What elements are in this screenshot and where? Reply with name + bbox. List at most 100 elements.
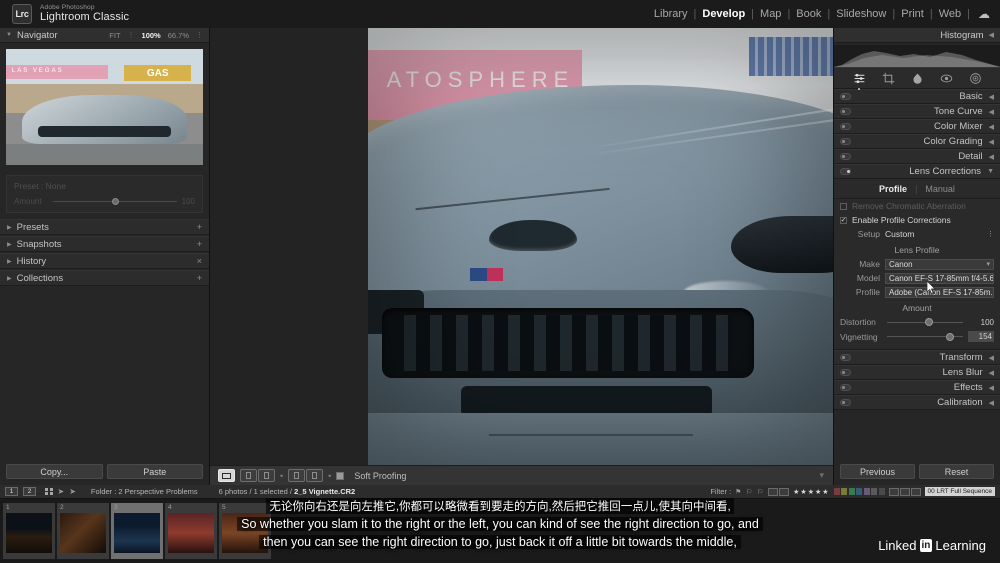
zoom-fit[interactable]: FIT: [109, 31, 120, 40]
module-print[interactable]: Print: [895, 8, 930, 20]
module-library[interactable]: Library: [648, 8, 694, 20]
profile-dropdown[interactable]: Adobe (Canon EF-S 17-85m... ▾: [885, 286, 994, 298]
expand-arrow-icon[interactable]: ◀: [989, 354, 994, 362]
effects-toggle-switch[interactable]: [840, 384, 851, 391]
filmstrip-thumb-2[interactable]: 2: [57, 503, 109, 559]
cloud-sync-icon[interactable]: ☁: [978, 7, 990, 21]
filmstrip-view-modes[interactable]: [888, 487, 921, 496]
heal-icon[interactable]: [911, 72, 924, 85]
enable-profile-corrections-row[interactable]: ✓ Enable Profile Corrections: [834, 213, 1000, 227]
paste-button[interactable]: Paste: [106, 464, 203, 479]
copy-after-button[interactable]: [306, 469, 324, 482]
make-dropdown[interactable]: Canon ▾: [885, 258, 994, 270]
detail-toggle-switch[interactable]: [840, 153, 851, 160]
module-web[interactable]: Web: [933, 8, 967, 20]
expand-arrow-icon[interactable]: ◀: [989, 369, 994, 377]
calibration-toggle-switch[interactable]: [840, 399, 851, 406]
photo-preview[interactable]: ATOSPHERE: [368, 28, 833, 465]
vignetting-value[interactable]: 154: [968, 331, 994, 342]
zoom-667[interactable]: 66.7%: [168, 31, 189, 40]
add-collection-icon[interactable]: +: [197, 273, 202, 283]
forward-arrow-icon[interactable]: ➤: [69, 487, 76, 496]
setup-row[interactable]: Setup Custom ⋮: [834, 227, 1000, 241]
add-snapshot-icon[interactable]: +: [197, 239, 202, 249]
sequence-label[interactable]: 00 LRT Full Sequence: [924, 487, 995, 496]
expand-arrow-icon[interactable]: ◀: [989, 153, 994, 161]
section-detail[interactable]: Detail ◀: [834, 149, 1000, 164]
expand-arrow-icon[interactable]: ◀: [989, 399, 994, 407]
toolbar-overflow-icon[interactable]: ▾: [819, 470, 825, 481]
histogram-graph[interactable]: [834, 45, 1000, 67]
filmstrip-thumb-5[interactable]: 5: [219, 503, 271, 559]
enable-profile-checkbox[interactable]: ✓: [840, 216, 847, 224]
remove-chromatic-aberration-row[interactable]: Remove Chromatic Aberration: [834, 199, 1000, 213]
expand-triangle-icon[interactable]: ▶: [7, 258, 12, 265]
tab-manual[interactable]: Manual: [925, 184, 955, 194]
section-color-mixer[interactable]: Color Mixer ◀: [834, 119, 1000, 134]
section-transform[interactable]: Transform ◀: [834, 350, 1000, 365]
expand-triangle-icon[interactable]: ▶: [7, 275, 12, 282]
folder-label[interactable]: Folder : 2 Perspective Problems: [91, 487, 198, 496]
collapse-triangle-icon[interactable]: ▼: [6, 32, 12, 38]
distortion-knob[interactable]: [925, 318, 933, 326]
add-preset-icon[interactable]: +: [197, 222, 202, 232]
masking-icon[interactable]: [969, 72, 982, 85]
redeye-icon[interactable]: [940, 72, 953, 85]
distortion-value[interactable]: 100: [968, 318, 994, 327]
flag-pick-icon[interactable]: ⚑: [735, 488, 742, 496]
histogram-header[interactable]: Histogram ◀: [834, 28, 1000, 43]
loupe-view-button[interactable]: [218, 469, 235, 482]
tab-profile[interactable]: Profile: [879, 184, 907, 194]
crop-icon[interactable]: [882, 72, 895, 85]
flag-reject-icon[interactable]: ⚐: [757, 488, 764, 496]
reset-button[interactable]: Reset: [919, 464, 994, 479]
zoom-menu-icon[interactable]: ⋮: [196, 31, 203, 39]
lens-corrections-toggle-switch[interactable]: [840, 168, 851, 175]
chevron-down-icon[interactable]: ▾: [986, 260, 990, 268]
color-mixer-toggle-switch[interactable]: [840, 123, 851, 130]
flag-mode-group[interactable]: [768, 487, 790, 496]
before-after-leftright-button[interactable]: [240, 469, 257, 482]
color-grading-toggle-switch[interactable]: [840, 138, 851, 145]
lens-blur-toggle-switch[interactable]: [840, 369, 851, 376]
zoom-100[interactable]: 100%: [142, 31, 161, 40]
setup-dropdown-icon[interactable]: ⋮: [987, 230, 994, 238]
copy-button[interactable]: Copy...: [6, 464, 103, 479]
left-section-history[interactable]: ▶ History ×: [0, 253, 209, 269]
filmstrip-thumb-1[interactable]: 1: [3, 503, 55, 559]
expand-arrow-icon[interactable]: ◀: [989, 384, 994, 392]
left-section-collections[interactable]: ▶ Collections +: [0, 270, 209, 286]
grid-view-icon[interactable]: [45, 487, 53, 496]
previous-button[interactable]: Previous: [840, 464, 915, 479]
collapse-arrow-icon[interactable]: ▼: [987, 168, 994, 175]
copy-before-button[interactable]: [288, 469, 306, 482]
filmstrip-thumb-3[interactable]: 3: [111, 503, 163, 559]
basic-toggle-switch[interactable]: [840, 93, 851, 100]
transform-toggle-switch[interactable]: [840, 354, 851, 361]
remove-ca-checkbox[interactable]: [840, 202, 847, 210]
module-slideshow[interactable]: Slideshow: [830, 8, 892, 20]
zoom-fit-menu-icon[interactable]: ⋮: [128, 31, 135, 39]
setup-value[interactable]: Custom: [885, 229, 914, 239]
module-book[interactable]: Book: [790, 8, 827, 20]
star-rating-filter[interactable]: ★★★★★: [793, 488, 829, 496]
left-section-snapshots[interactable]: ▶ Snapshots +: [0, 236, 209, 252]
image-canvas[interactable]: ATOSPHERE: [210, 28, 833, 465]
filmstrip-thumb-4[interactable]: 4: [165, 503, 217, 559]
before-after-split-button[interactable]: [258, 469, 275, 482]
left-section-presets[interactable]: ▶ Presets +: [0, 219, 209, 235]
basic-adjust-icon[interactable]: [853, 72, 866, 85]
distortion-slider[interactable]: [887, 318, 963, 326]
flag-unflagged-icon[interactable]: ⚐: [746, 488, 753, 496]
navigator-header[interactable]: ▼ Navigator FIT ⋮ 100% 66.7% ⋮: [0, 28, 209, 43]
expand-arrow-icon[interactable]: ◀: [989, 138, 994, 146]
model-dropdown[interactable]: Canon EF-S 17-85mm f/4-5.6... ▾: [885, 272, 994, 284]
navigator-preview[interactable]: LAS VEGAS GAS: [6, 49, 203, 165]
section-calibration[interactable]: Calibration ◀: [834, 395, 1000, 410]
vignetting-knob[interactable]: [946, 332, 955, 341]
section-basic[interactable]: Basic ◀: [834, 89, 1000, 104]
back-arrow-icon[interactable]: ➤: [58, 487, 65, 496]
expand-arrow-icon[interactable]: ◀: [989, 123, 994, 131]
section-color-grading[interactable]: Color Grading ◀: [834, 134, 1000, 149]
expand-arrow-icon[interactable]: ◀: [989, 93, 994, 101]
